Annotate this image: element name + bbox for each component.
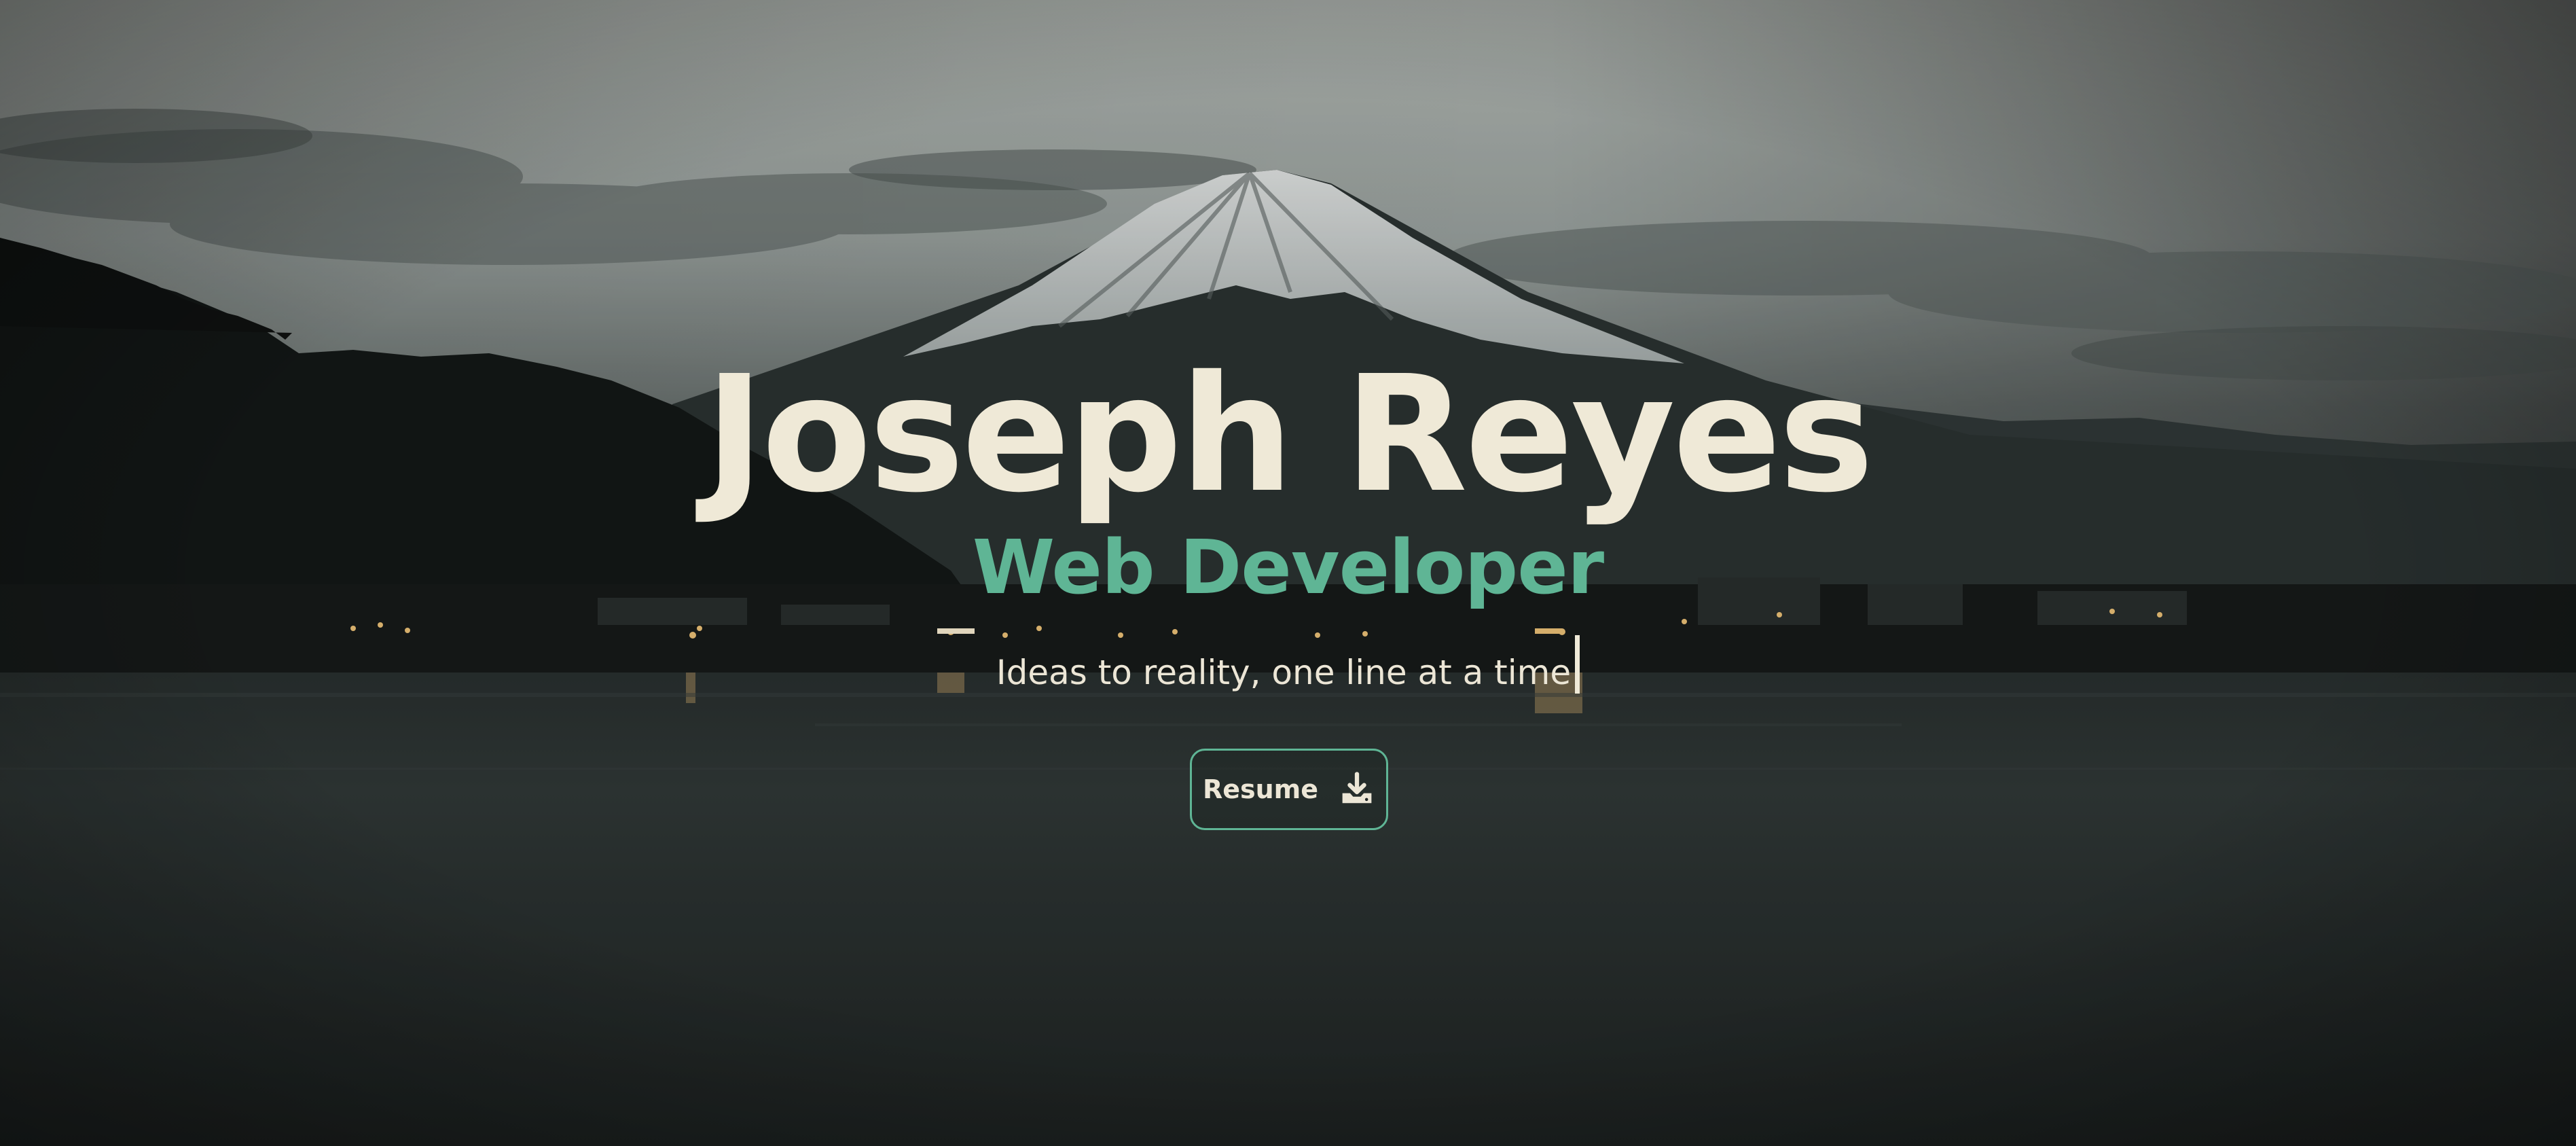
hero-name: Joseph Reyes bbox=[704, 341, 1874, 528]
resume-button-label: Resume bbox=[1202, 774, 1319, 804]
hero-tagline-wrapper: Ideas to reality, one line at a time bbox=[0, 635, 2576, 696]
typing-caret bbox=[1575, 635, 1580, 694]
hero-section: Joseph Reyes Web Developer Ideas to real… bbox=[0, 0, 2576, 1146]
hero-content: Joseph Reyes Web Developer Ideas to real… bbox=[0, 0, 2576, 1146]
hero-tagline: Ideas to reality, one line at a time bbox=[996, 653, 1572, 692]
resume-download-button[interactable]: Resume bbox=[1190, 749, 1388, 830]
hero-role: Web Developer bbox=[972, 524, 1604, 611]
download-icon bbox=[1342, 772, 1372, 804]
